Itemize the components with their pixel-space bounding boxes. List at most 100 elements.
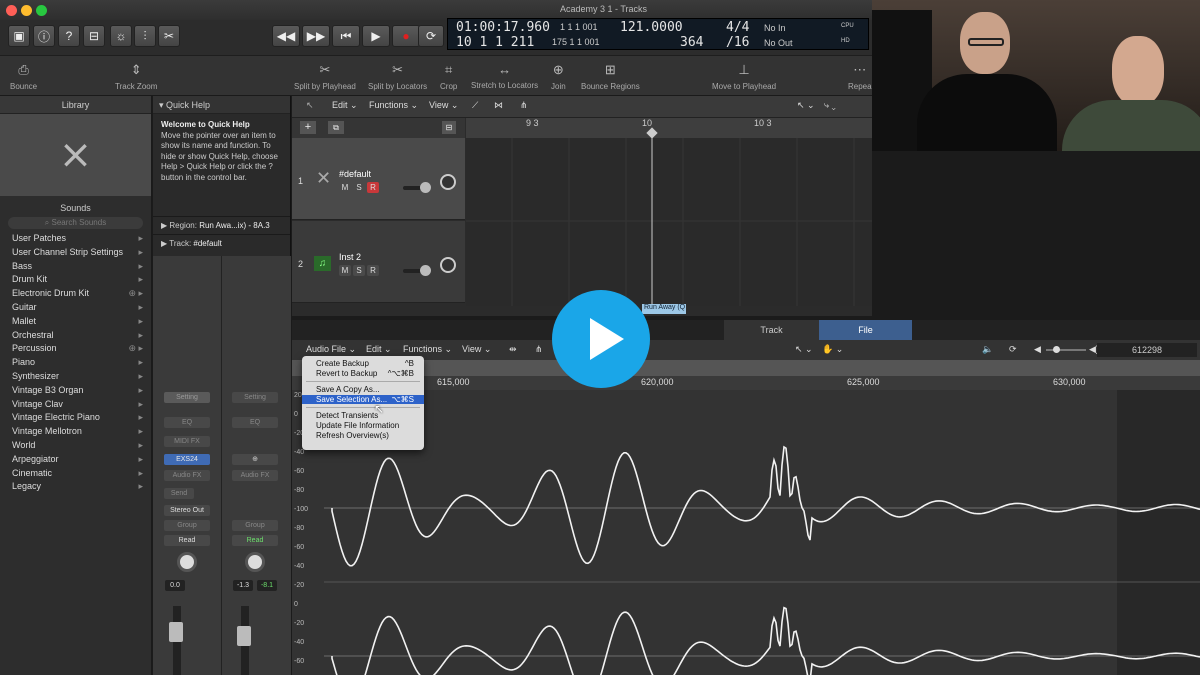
stereo-link-icon[interactable]: ⊕ — [232, 454, 278, 465]
library-item[interactable]: Vintage Clav ▸ — [0, 399, 151, 413]
automation-read-2[interactable]: Read — [232, 535, 278, 546]
mute-button[interactable]: M — [339, 182, 351, 193]
zoom-window-button[interactable] — [36, 5, 47, 16]
editor-edit-menu[interactable]: Edit ⌄ — [366, 344, 392, 355]
tab-file[interactable]: File — [819, 320, 912, 340]
split-by-locators-button[interactable]: ✂ Split by Locators — [368, 62, 427, 91]
cycle-icon[interactable]: ⟳ — [418, 25, 444, 47]
pan-knob[interactable] — [440, 174, 456, 190]
region-inspector-header[interactable]: ▶ Region: Run Awa...ix) - 8A.3 — [153, 216, 290, 234]
catch-icon[interactable]: ⋔ — [520, 100, 528, 111]
audio-fx-slot-1[interactable]: Audio FX — [164, 470, 210, 481]
preview-volume-thumb[interactable] — [1053, 346, 1060, 353]
crop-button[interactable]: ⌗ Crop — [440, 62, 457, 91]
automation-icon[interactable]: ⟋ — [472, 100, 478, 111]
pointer-tool-icon[interactable]: ↖ ⌄ — [797, 100, 815, 111]
setting-button-1[interactable]: Setting — [164, 392, 210, 403]
menu-item-save-selection-as[interactable]: Save Selection As... ⌥⌘S — [302, 394, 424, 405]
library-item[interactable]: Cinematic ▸ — [0, 468, 151, 482]
waveform-display[interactable]: 615,000 620,000 625,000 630,000 20 0 -20 -4… — [292, 360, 1200, 675]
quick-help-icon[interactable]: ? — [58, 25, 80, 47]
group-slot-1[interactable]: Group — [164, 520, 210, 531]
eq-button-1[interactable]: EQ — [164, 417, 210, 428]
tracks-grid[interactable]: Run Away (Q — [466, 138, 872, 314]
record-enable-button[interactable]: R — [367, 265, 379, 276]
fast-forward-icon[interactable]: ▶▶ — [302, 25, 330, 47]
tracks-view-menu[interactable]: View ⌄ — [429, 100, 458, 111]
library-item[interactable]: Legacy ▸ — [0, 481, 151, 495]
library-toggle-icon[interactable]: ▣ — [8, 25, 30, 47]
send-slot[interactable]: Send — [164, 488, 194, 499]
rewind-icon[interactable]: ◀◀ — [272, 25, 300, 47]
solo-button[interactable]: S — [353, 182, 365, 193]
quick-help-header[interactable]: ▾ Quick Help — [153, 96, 290, 114]
library-item[interactable]: Vintage Mellotron ▸ — [0, 426, 151, 440]
menu-item-save-a-copy-as[interactable]: Save A Copy As... — [302, 385, 424, 395]
speaker-icon[interactable]: 🔈 — [982, 344, 993, 355]
video-play-button[interactable] — [552, 290, 650, 388]
library-item[interactable]: Arpeggiator ▸ — [0, 454, 151, 468]
hand-tool-icon[interactable]: ✋ ⌄ — [822, 344, 843, 355]
playhead-handle[interactable] — [646, 127, 658, 139]
volume-fader-2[interactable] — [237, 626, 251, 646]
editor-pointer-tool-icon[interactable]: ↖ ⌄ — [795, 344, 813, 355]
tracks-functions-menu[interactable]: Functions ⌄ — [369, 100, 418, 111]
pan-knob-2[interactable] — [245, 552, 265, 572]
move-to-playhead-button[interactable]: ⊥ Move to Playhead — [712, 62, 776, 91]
volume-slider-thumb[interactable] — [420, 182, 431, 193]
menu-item-detect-transients[interactable]: Detect Transients — [302, 411, 424, 421]
menu-item-refresh-overviews[interactable]: Refresh Overview(s) — [302, 431, 424, 441]
sample-ruler[interactable]: 615,000 620,000 625,000 630,000 — [292, 376, 1200, 390]
split-by-playhead-button[interactable]: ✂ Split by Playhead — [294, 62, 356, 91]
track-row-1[interactable]: 1 ✕ #default M S R — [292, 138, 465, 220]
library-item[interactable]: World ▸ — [0, 440, 151, 454]
pan-knob[interactable] — [440, 257, 456, 273]
track-inspector-header[interactable]: ▶ Track: #default — [153, 234, 290, 252]
overview-strip[interactable] — [292, 360, 1200, 376]
back-icon[interactable]: ↖ — [306, 100, 314, 111]
mixer-icon[interactable]: ⫶ — [134, 25, 156, 47]
automation-read-1[interactable]: Read — [164, 535, 210, 546]
editor-view-menu[interactable]: View ⌄ — [462, 344, 491, 355]
library-item[interactable]: Synthesizer ▸ — [0, 371, 151, 385]
track-zoom-button[interactable]: ⇕ Track Zoom — [115, 62, 157, 91]
midi-fx-slot[interactable]: MIDI FX — [164, 436, 210, 447]
setting-button-2[interactable]: Setting — [232, 392, 278, 403]
waveform-zoom-icon[interactable]: ⇹ — [509, 344, 517, 355]
secondary-tool-icon[interactable]: ⤷ ⌄ — [824, 100, 836, 111]
audio-file-menu[interactable]: Audio File ⌄ — [306, 344, 356, 355]
join-button[interactable]: ⊕ Join — [551, 62, 566, 91]
volume-slider-thumb[interactable] — [420, 265, 431, 276]
smart-controls-icon[interactable]: ☼ — [110, 25, 132, 47]
library-item[interactable]: Bass ▸ — [0, 261, 151, 275]
tracks-ruler[interactable]: 9 3 10 10 3 — [466, 118, 872, 139]
library-item[interactable]: Drum Kit ▸ — [0, 274, 151, 288]
output-stereo-out[interactable]: Stereo Out — [164, 505, 210, 516]
library-item[interactable]: Electronic Drum Kit ⊕ ▸ — [0, 288, 151, 302]
stretch-to-locators-button[interactable]: ↔ Stretch to Locators — [471, 62, 538, 90]
library-item[interactable]: Mallet ▸ — [0, 316, 151, 330]
volume-low-icon[interactable]: ◀ — [1034, 344, 1041, 355]
tab-track[interactable]: Track — [724, 320, 819, 340]
library-item[interactable]: Vintage Electric Piano ▸ — [0, 412, 151, 426]
track-row-2[interactable]: 2 ♫ Inst 2 M S R — [292, 221, 465, 303]
preview-volume-slider[interactable] — [1046, 349, 1086, 351]
close-window-button[interactable] — [6, 5, 17, 16]
add-track-button[interactable]: + — [300, 121, 316, 134]
bounce-regions-button[interactable]: ⊞ Bounce Regions — [581, 62, 640, 91]
record-icon[interactable]: ● — [392, 25, 420, 47]
record-enable-button[interactable]: R — [367, 182, 379, 193]
search-sounds-input[interactable]: ⌕ Search Sounds — [8, 217, 143, 229]
library-item[interactable]: User Patches ▸ — [0, 233, 151, 247]
minimize-window-button[interactable] — [21, 5, 32, 16]
audio-fx-slot-2[interactable]: Audio FX — [232, 470, 278, 481]
menu-item-revert-to-backup[interactable]: Revert to Backup ^⌥⌘B — [302, 369, 424, 379]
duplicate-track-icon[interactable]: ⧉ — [328, 121, 344, 134]
toolbar-toggle-icon[interactable]: ⊟ — [83, 25, 105, 47]
pan-knob-1[interactable] — [177, 552, 197, 572]
library-item[interactable]: Guitar ▸ — [0, 302, 151, 316]
repeat-button[interactable]: ⋯ Repea — [848, 62, 872, 91]
flex-icon[interactable]: ⋈ — [494, 100, 503, 111]
menu-item-update-file-information[interactable]: Update File Information — [302, 421, 424, 431]
editor-functions-menu[interactable]: Functions ⌄ — [403, 344, 452, 355]
